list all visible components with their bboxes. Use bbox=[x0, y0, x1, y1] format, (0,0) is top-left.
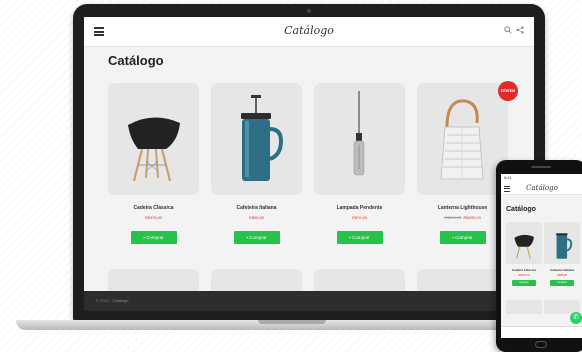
product-sale-price: R$499,00 bbox=[463, 215, 481, 220]
page-title: Catálogo bbox=[506, 206, 536, 213]
buy-button[interactable]: Comprar bbox=[550, 280, 574, 286]
laptop: Catálogo Catálogo Oferta! Cadeira Clássi… bbox=[73, 4, 545, 322]
product-name[interactable]: Cadeira Clássica bbox=[506, 268, 542, 272]
cart-icon: ▪ bbox=[349, 235, 351, 240]
buy-button[interactable]: Comprar bbox=[512, 280, 536, 286]
product-image[interactable] bbox=[108, 83, 199, 195]
buy-button[interactable]: ▪ Comprar bbox=[233, 231, 280, 244]
coffee-press-icon bbox=[556, 233, 573, 259]
phone-screen: 9:41 Catálogo Catálogo Cadeira Clássica … bbox=[501, 174, 582, 338]
top-icons bbox=[504, 26, 524, 34]
whatsapp-icon[interactable]: ✆ bbox=[570, 312, 582, 324]
product-image[interactable] bbox=[544, 222, 580, 264]
sale-badge: Oferta! bbox=[498, 81, 518, 101]
chair-icon bbox=[128, 117, 180, 182]
buy-button[interactable]: ▪ Comprar bbox=[336, 231, 383, 244]
product-card[interactable]: Lampada Pendente R$70,00 ▪ Comprar bbox=[314, 83, 405, 244]
page-title: Catálogo bbox=[108, 53, 164, 68]
product-card[interactable] bbox=[506, 300, 542, 314]
product-name[interactable]: Cafeteira Italiana bbox=[544, 268, 580, 272]
cart-icon: ▪ bbox=[143, 235, 145, 240]
buy-button-label: Comprar bbox=[146, 235, 164, 240]
top-navigation-bar: Catálogo bbox=[84, 17, 534, 47]
product-card[interactable]: Cadeira Clássica R$376,00 ▪ Comprar bbox=[108, 83, 199, 244]
product-grid: Cadeira Clássica R$376,00 ▪ Comprar Cafe… bbox=[108, 83, 508, 253]
product-image[interactable] bbox=[314, 83, 405, 195]
laptop-screen: Catálogo Catálogo Oferta! Cadeira Clássi… bbox=[84, 17, 534, 311]
phone-speaker bbox=[531, 166, 551, 168]
product-card[interactable]: Cadeira Clássica R$376,00 Comprar bbox=[506, 222, 542, 286]
product-card[interactable]: Cafeteira Italiana R$98,00 ▪ Comprar bbox=[211, 83, 302, 244]
buy-button[interactable]: ▪ Comprar bbox=[130, 231, 177, 244]
product-image[interactable] bbox=[417, 83, 508, 195]
product-name[interactable]: Lanterna Lighthouse bbox=[417, 205, 508, 211]
product-price: R$98,00 bbox=[557, 274, 567, 277]
product-price: R$70,00 bbox=[351, 215, 368, 220]
share-icon[interactable] bbox=[516, 26, 524, 34]
coffee-press-icon bbox=[241, 95, 284, 181]
cart-icon: ▪ bbox=[246, 235, 248, 240]
product-image[interactable] bbox=[211, 83, 302, 195]
site-logo[interactable]: Catálogo bbox=[501, 184, 582, 192]
pendant-lamp-icon bbox=[353, 91, 365, 176]
phone-bottom-bar bbox=[501, 326, 582, 338]
lantern-icon bbox=[440, 99, 484, 180]
buy-button-label: Comprar bbox=[352, 235, 370, 240]
chair-icon bbox=[514, 234, 534, 259]
product-card[interactable]: Lanterna Lighthouse R$529,00 R$499,00 ▪ C… bbox=[417, 83, 508, 244]
buy-button[interactable]: ▪ Comprar bbox=[439, 231, 486, 244]
phone-navigation-bar: Catálogo bbox=[501, 182, 582, 195]
footer-copyright: © 2021 · Catálogo bbox=[96, 298, 129, 303]
product-price: R$529,00 R$499,00 bbox=[417, 215, 508, 220]
product-image[interactable] bbox=[506, 222, 542, 264]
buy-button-label: Comprar bbox=[455, 235, 473, 240]
product-name[interactable]: Cadeira Clássica bbox=[108, 205, 199, 211]
product-card[interactable]: Cafeteira Italiana R$98,00 Comprar bbox=[544, 222, 580, 286]
phone-status-bar: 9:41 bbox=[501, 174, 582, 182]
product-price: R$376,00 bbox=[144, 215, 163, 220]
product-price: R$376,00 bbox=[518, 274, 530, 277]
status-time: 9:41 bbox=[504, 175, 512, 180]
product-old-price: R$529,00 bbox=[444, 215, 462, 220]
site-logo[interactable]: Catálogo bbox=[84, 24, 534, 37]
laptop-notch bbox=[258, 320, 326, 324]
webcam bbox=[307, 9, 311, 13]
cart-icon: ▪ bbox=[452, 235, 454, 240]
home-button[interactable] bbox=[535, 341, 547, 348]
product-name[interactable]: Cafeteira Italiana bbox=[211, 205, 302, 211]
site-footer: © 2021 · Catálogo Feito com bbox=[84, 291, 534, 311]
search-icon[interactable] bbox=[504, 26, 512, 34]
product-name[interactable]: Lampada Pendente bbox=[314, 205, 405, 211]
smartphone: 9:41 Catálogo Catálogo Cadeira Clássica … bbox=[496, 160, 582, 352]
product-price: R$98,00 bbox=[248, 215, 265, 220]
buy-button-label: Comprar bbox=[249, 235, 267, 240]
